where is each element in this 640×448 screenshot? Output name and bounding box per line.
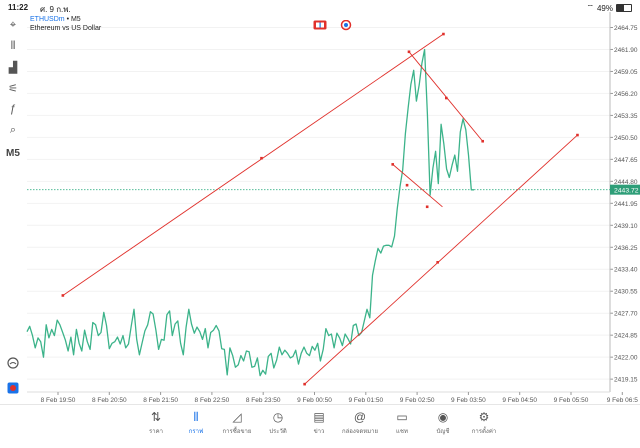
tab-chart[interactable]: ⫴ กราฟ <box>176 409 216 436</box>
price-tick-label: 2450.50 <box>614 135 638 142</box>
tab-news[interactable]: ▤ ข่าว <box>299 409 339 436</box>
objects-icon[interactable]: ⌕ <box>4 122 22 138</box>
time-tick-label: 9 Feb 05:50 <box>554 397 589 404</box>
price-tick-label: 2419.15 <box>614 377 638 384</box>
bars-icon[interactable]: ▟ <box>4 59 22 75</box>
time-tick-label: 8 Feb 21:50 <box>143 397 178 404</box>
tab-trade[interactable]: ◿ การซื้อขาย <box>217 409 257 436</box>
tab-label: แชท <box>396 428 408 435</box>
trade-icon: ◿ <box>232 410 242 424</box>
price-tick-label: 2439.10 <box>614 223 638 230</box>
price-tick-label: 2422.00 <box>614 355 638 362</box>
crosshair-icon[interactable]: ⌖ <box>4 17 22 33</box>
tab-label: กล่องจดหมาย <box>341 428 379 435</box>
price-tick-label: 2436.25 <box>614 245 638 252</box>
tab-chat[interactable]: ▭ แชท <box>382 409 422 436</box>
price-tick-label: 2441.95 <box>614 201 638 208</box>
price-series-line <box>26 48 474 377</box>
trend-line <box>304 134 578 385</box>
symbol-timeframe: M5 <box>70 16 81 23</box>
tab-quotes[interactable]: ⇅ ราคา <box>136 409 176 436</box>
broker-logo-icon[interactable] <box>4 380 22 396</box>
time-tick-label: 8 Feb 20:50 <box>92 397 127 404</box>
tab-label: ราคา <box>149 428 163 435</box>
tab-accounts[interactable]: ◉ บัญชี <box>423 409 463 436</box>
trend-line-handle <box>407 50 411 54</box>
tab-mailbox[interactable]: @ กล่องจดหมาย <box>340 409 380 436</box>
settings-icon: ⚙ <box>478 410 490 424</box>
time-tick-label: 8 Feb 19:50 <box>41 397 76 404</box>
current-price-label: 2443.72 <box>614 187 639 194</box>
tab-history[interactable]: ◷ ประวัติ <box>258 409 298 436</box>
symbol-info: ETHUSDm • M5 Ethereum vs US Dollar <box>30 15 101 33</box>
time-tick-label: 9 Feb 04:50 <box>502 397 537 404</box>
trend-line <box>408 51 484 142</box>
tab-settings[interactable]: ⚙ การตั้งค่า <box>464 409 504 436</box>
market-depth-icon[interactable] <box>340 20 352 32</box>
accounts-icon: ◉ <box>437 410 449 424</box>
price-tick-label: 2464.75 <box>614 25 638 32</box>
tab-label: การตั้งค่า <box>471 428 497 435</box>
trend-line-handle <box>61 294 65 297</box>
time-tick-label: 9 Feb 03:50 <box>451 397 486 404</box>
trend-line-handle <box>391 163 395 166</box>
chat-bubble-icon[interactable] <box>4 355 22 371</box>
trend-line-handle <box>481 139 484 143</box>
price-chart[interactable]: 2464.75 2461.90 2459.05 2456.20 2453.35 2450.… <box>0 0 640 404</box>
news-icon: ▤ <box>313 410 325 424</box>
trend-line-handle <box>436 261 439 264</box>
candles-icon[interactable]: ⫴ <box>4 38 22 54</box>
function-icon[interactable]: ƒ <box>4 101 22 117</box>
price-tick-label: 2427.70 <box>614 311 638 318</box>
price-tick-label: 2459.05 <box>614 69 638 76</box>
time-tick-label: 8 Feb 22:50 <box>195 397 230 404</box>
symbol-description: Ethereum vs US Dollar <box>30 25 102 32</box>
tab-label: บัญชี <box>436 428 450 435</box>
chat-icon: ▭ <box>396 410 408 424</box>
indicators-icon[interactable]: ⚟ <box>4 80 22 96</box>
price-tick-label: 2453.35 <box>614 113 638 120</box>
symbol-name: ETHUSDm <box>30 16 65 23</box>
trend-line-handle <box>442 32 445 36</box>
tab-label: กราฟ <box>188 428 204 435</box>
trend-line-handle <box>303 382 306 386</box>
price-tick-label: 2433.40 <box>614 267 638 274</box>
trend-line-handle <box>260 156 263 160</box>
bottom-tab-bar: ⇅ ราคา ⫴ กราฟ ◿ การซื้อขาย ◷ ประวัติ ▤ ข่าว @… <box>0 404 640 448</box>
mailbox-icon: @ <box>353 410 367 424</box>
left-toolbar: ⌖ ⫴ ▟ ⚟ ƒ ⌕ M5 <box>0 14 26 404</box>
trend-line-handle <box>425 205 429 209</box>
trend-line-handle <box>405 183 409 187</box>
one-click-trading-icon[interactable] <box>313 20 327 30</box>
tab-label: ข่าว <box>313 428 325 435</box>
price-tick-label: 2456.20 <box>614 91 638 98</box>
chart-icon: ⫴ <box>193 410 199 424</box>
history-icon: ◷ <box>272 410 284 424</box>
trend-line <box>62 33 444 296</box>
tab-label: ประวัติ <box>269 428 287 435</box>
time-tick-label: 9 Feb 00:50 <box>297 397 332 404</box>
price-tick-label: 2424.85 <box>614 333 638 340</box>
price-tick-label: 2430.55 <box>614 289 638 296</box>
tab-label: การซื้อขาย <box>222 428 252 435</box>
trend-line-handle <box>444 96 448 100</box>
trend-line-handle <box>576 133 579 137</box>
price-tick-label: 2447.65 <box>614 157 638 164</box>
time-tick-label: 9 Feb 06:5 <box>607 397 638 404</box>
timeframe-button[interactable]: M5 <box>4 145 22 161</box>
price-tick-label: 2461.90 <box>614 47 638 54</box>
time-tick-label: 8 Feb 23:50 <box>246 397 281 404</box>
time-tick-label: 9 Feb 02:50 <box>400 397 435 404</box>
quotes-icon: ⇅ <box>150 410 162 424</box>
time-tick-label: 9 Feb 01:50 <box>348 397 383 404</box>
